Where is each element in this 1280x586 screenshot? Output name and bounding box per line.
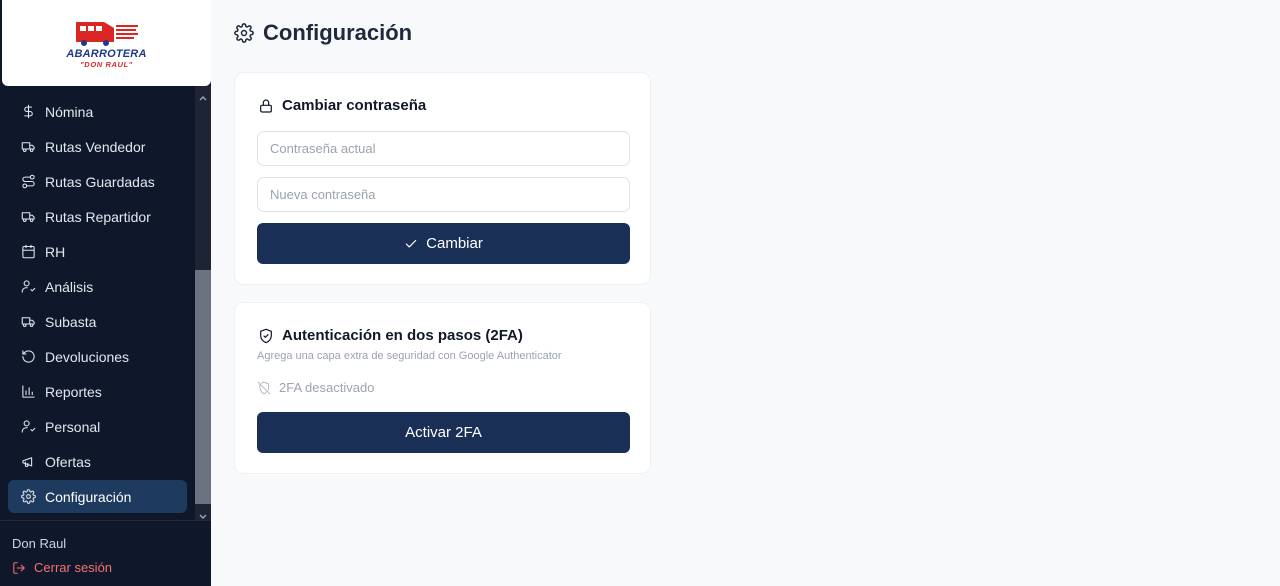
brand-tagline: "DON RAUL" xyxy=(80,59,133,69)
dollar-icon xyxy=(20,104,36,120)
change-password-card: Cambiar contraseña Cambiar xyxy=(234,72,651,285)
sidebar-scrollbar[interactable] xyxy=(195,86,211,520)
sidebar-item-label: Ofertas xyxy=(45,453,91,470)
sidebar-item-nomina[interactable]: Nómina xyxy=(8,95,187,128)
sidebar-item-rutas-repartidor[interactable]: Rutas Repartidor xyxy=(8,200,187,233)
card-title-text: Autenticación en dos pasos (2FA) xyxy=(282,327,523,344)
scroll-up-arrow-icon[interactable] xyxy=(199,89,207,101)
sidebar-item-label: Devoluciones xyxy=(45,348,130,365)
sidebar-footer: Don Raul Cerrar sesión xyxy=(0,520,211,586)
logout-label: Cerrar sesión xyxy=(34,560,113,575)
rotate-ccw-icon xyxy=(20,349,36,365)
status-text: 2FA desactivado xyxy=(279,380,375,395)
calendar-icon xyxy=(20,244,36,260)
truck-icon xyxy=(20,314,36,330)
user-check-icon xyxy=(20,279,36,295)
logout-icon xyxy=(13,561,25,574)
truck-icon xyxy=(20,139,36,155)
sidebar-item-analisis[interactable]: Análisis xyxy=(8,270,187,303)
sidebar-item-label: RH xyxy=(45,243,66,260)
logout-button[interactable]: Cerrar sesión xyxy=(12,560,112,575)
two-factor-status: 2FA desactivado xyxy=(257,380,374,395)
page-title: Configuración xyxy=(263,20,413,45)
user-name: Don Raul xyxy=(12,536,67,551)
two-factor-title: Autenticación en dos pasos (2FA) xyxy=(258,327,523,344)
sidebar-item-rutas-vendedor[interactable]: Rutas Vendedor xyxy=(8,130,187,163)
route-icon xyxy=(20,174,36,190)
brand-name: ABARROTERA xyxy=(66,47,147,60)
sidebar-item-label: Configuración xyxy=(45,488,132,505)
change-password-title: Cambiar contraseña xyxy=(258,97,426,114)
sidebar-item-label: Rutas Repartidor xyxy=(45,208,151,225)
sidebar-item-label: Personal xyxy=(45,418,101,435)
megaphone-icon xyxy=(20,454,36,470)
scrollbar-thumb[interactable] xyxy=(195,270,211,504)
bar-chart-icon xyxy=(20,384,36,400)
button-label: Cambiar xyxy=(426,235,483,252)
sidebar-item-rh[interactable]: RH xyxy=(8,235,187,268)
sidebar-item-label: Análisis xyxy=(45,278,94,295)
sidebar-item-label: Subasta xyxy=(45,313,97,330)
sidebar-item-devoluciones[interactable]: Devoluciones xyxy=(8,340,187,373)
sidebar-item-subasta[interactable]: Subasta xyxy=(8,305,187,338)
user-check-icon xyxy=(20,419,36,435)
sidebar-item-label: Nómina xyxy=(45,103,94,120)
gear-icon xyxy=(20,489,36,505)
scroll-down-arrow-icon[interactable] xyxy=(199,508,207,520)
two-factor-subtitle: Agrega una capa extra de seguridad con G… xyxy=(257,350,562,362)
shield-off-icon xyxy=(257,381,271,394)
button-label: Activar 2FA xyxy=(405,424,482,441)
change-password-button[interactable]: Cambiar xyxy=(257,223,630,264)
page-header: Configuración xyxy=(234,20,412,46)
truck-icon xyxy=(20,209,36,225)
activate-2fa-button[interactable]: Activar 2FA xyxy=(257,412,630,453)
sidebar-item-configuracion[interactable]: Configuración xyxy=(8,480,187,513)
sidebar-item-ofertas[interactable]: Ofertas xyxy=(8,445,187,478)
sidebar-item-label: Rutas Guardadas xyxy=(45,173,155,190)
check-icon xyxy=(405,239,417,247)
new-password-input[interactable] xyxy=(257,177,630,212)
sidebar-item-label: Rutas Vendedor xyxy=(45,138,146,155)
sidebar-item-personal[interactable]: Personal xyxy=(8,410,187,443)
bus-logo-icon xyxy=(75,21,138,46)
sidebar-item-rutas-guardadas[interactable]: Rutas Guardadas xyxy=(8,165,187,198)
lock-icon xyxy=(260,98,272,113)
brand-logo[interactable]: ABARROTERA "DON RAUL" xyxy=(2,0,211,86)
sidebar-item-reportes[interactable]: Reportes xyxy=(8,375,187,408)
current-password-input[interactable] xyxy=(257,131,630,166)
sidebar-item-label: Reportes xyxy=(45,383,102,400)
sidebar: ABARROTERA "DON RAUL" Nómina Rutas Vende… xyxy=(0,0,211,586)
card-title-text: Cambiar contraseña xyxy=(282,97,427,114)
gear-icon xyxy=(234,23,254,43)
two-factor-card: Autenticación en dos pasos (2FA) Agrega … xyxy=(234,302,651,474)
shield-check-icon xyxy=(260,328,272,343)
